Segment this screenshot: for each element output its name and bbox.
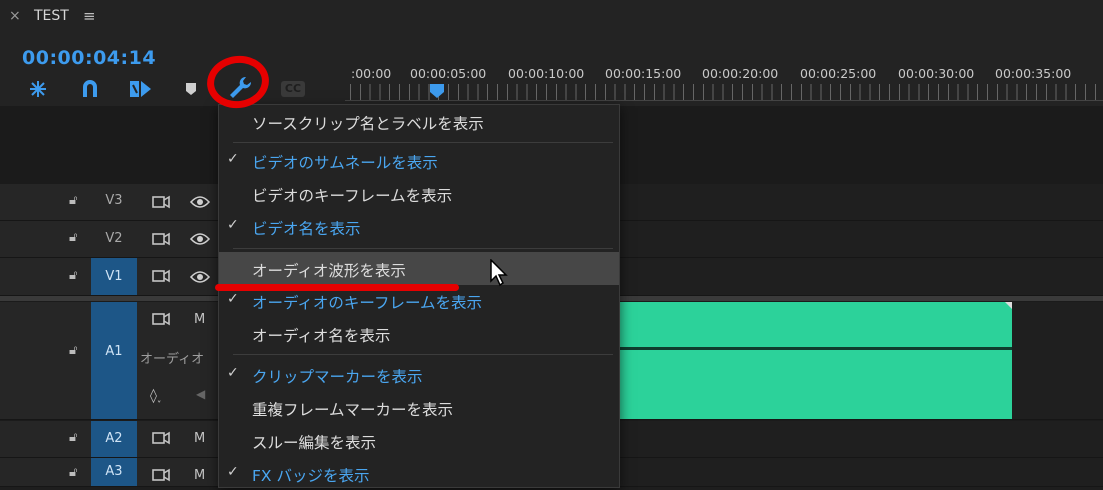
timeline-display-settings-menu: ソースクリップ名とラベルを表示 ✓ ビデオのサムネールを表示 ビデオのキーフレー… — [218, 104, 620, 488]
lock-icon[interactable]: 🔓︎ — [69, 268, 77, 283]
lock-icon[interactable]: 🔓︎ — [69, 465, 77, 480]
snap-icon[interactable] — [25, 78, 51, 100]
clip-volume-line[interactable] — [620, 347, 1012, 350]
menu-item-show-audio-waveform[interactable]: オーディオ波形を表示 — [219, 252, 619, 285]
menu-item-show-clip-markers[interactable]: ✓ クリップマーカーを表示 — [219, 358, 619, 391]
track-name-v3[interactable]: V3 — [91, 193, 137, 208]
menu-item-label: 重複フレームマーカーを表示 — [252, 401, 454, 419]
menu-item-show-audio-names[interactable]: オーディオ名を表示 — [219, 317, 619, 350]
eye-icon[interactable] — [190, 232, 210, 246]
menu-item-show-duplicate-frame-markers[interactable]: 重複フレームマーカーを表示 — [219, 391, 619, 424]
checkmark-icon: ✓ — [227, 151, 239, 167]
hamburger-menu-icon[interactable]: ≡ — [83, 7, 96, 25]
menu-item-label: ビデオのキーフレームを表示 — [252, 187, 453, 205]
eye-icon[interactable] — [190, 195, 210, 209]
toggle-sync-icon[interactable] — [151, 268, 171, 284]
close-icon[interactable]: × — [9, 8, 21, 24]
menu-item-label: オーディオ名を表示 — [252, 327, 391, 345]
track-target-a1[interactable]: A1 — [91, 302, 137, 419]
checkmark-icon: ✓ — [227, 217, 239, 233]
menu-item-label: FX バッジを表示 — [252, 467, 370, 485]
linked-selection-icon[interactable] — [77, 78, 103, 100]
lock-icon[interactable]: 🔓︎ — [69, 430, 77, 445]
checkmark-icon: ✓ — [227, 365, 239, 381]
ruler-label: 00:00:10:00 — [508, 66, 585, 81]
sequence-title[interactable]: TEST — [34, 8, 69, 24]
ruler-ticks — [350, 84, 1103, 100]
ruler-label: 00:00:35:00 — [995, 66, 1072, 81]
menu-item-label: ソースクリップ名とラベルを表示 — [252, 115, 484, 133]
lock-icon[interactable]: 🔓︎ — [69, 343, 77, 358]
menu-item-show-fx-badges[interactable]: ✓ FX バッジを表示 — [219, 457, 619, 490]
captions-icon[interactable]: CC — [281, 81, 305, 97]
menu-item-label: オーディオ波形を表示 — [252, 262, 406, 280]
menu-item-label: ビデオのサムネールを表示 — [252, 154, 438, 172]
track-target-a2[interactable]: A2 — [91, 421, 137, 457]
playhead-handle[interactable] — [430, 84, 444, 98]
mute-button[interactable]: M — [194, 431, 205, 446]
menu-item-show-video-names[interactable]: ✓ ビデオ名を表示 — [219, 210, 619, 243]
mouse-cursor-icon — [490, 259, 508, 287]
playhead-timecode[interactable]: 00:00:04:14 — [22, 47, 156, 69]
toggle-sync-icon[interactable] — [151, 231, 171, 247]
toggle-sync-icon[interactable] — [151, 430, 171, 446]
menu-item-show-video-keyframes[interactable]: ビデオのキーフレームを表示 — [219, 177, 619, 210]
ruler-label: 00:00:20:00 — [702, 66, 779, 81]
track-target-a3[interactable]: A3 — [91, 458, 137, 486]
menu-item-show-through-edits[interactable]: スルー編集を表示 — [219, 424, 619, 457]
clip-corner-marker — [1005, 302, 1012, 309]
menu-separator — [233, 142, 613, 143]
menu-separator — [233, 248, 613, 249]
pan-knob-icon[interactable]: ◊˯ — [150, 387, 162, 404]
menu-item-label: スルー編集を表示 — [252, 434, 377, 452]
toggle-sync-icon[interactable] — [151, 467, 171, 483]
menu-item-label: オーディオのキーフレームを表示 — [252, 294, 483, 312]
track-name-v2[interactable]: V2 — [91, 231, 137, 246]
previous-keyframe-icon[interactable]: ◀ — [196, 387, 205, 401]
menu-separator — [233, 354, 613, 355]
marker-icon[interactable] — [185, 82, 197, 96]
audio-track-name: オーディオ — [140, 352, 205, 367]
checkmark-icon: ✓ — [227, 464, 239, 480]
annotation-red-underline — [215, 284, 459, 291]
mute-button[interactable]: M — [194, 468, 205, 483]
menu-item-label: ビデオ名を表示 — [252, 220, 361, 238]
ruler-label: 00:00:25:00 — [800, 66, 877, 81]
menu-item-show-video-thumbnails[interactable]: ✓ ビデオのサムネールを表示 — [219, 144, 619, 177]
ruler-label: 00:00:30:00 — [898, 66, 975, 81]
lock-icon[interactable]: 🔓︎ — [69, 193, 77, 208]
track-target-v1[interactable]: V1 — [91, 258, 137, 295]
toggle-sync-icon[interactable] — [151, 311, 171, 327]
checkmark-icon: ✓ — [227, 291, 239, 307]
panel-tab-bar — [0, 0, 1103, 34]
toggle-sync-icon[interactable] — [151, 194, 171, 210]
ruler-label: :00:00 — [351, 66, 392, 81]
menu-item-label: クリップマーカーを表示 — [252, 368, 423, 386]
ruler-label: 00:00:05:00 — [410, 66, 487, 81]
menu-item-show-source-clip-name[interactable]: ソースクリップ名とラベルを表示 — [219, 105, 619, 138]
lock-icon[interactable]: 🔓︎ — [69, 230, 77, 245]
ruler-baseline — [345, 100, 1103, 101]
eye-icon[interactable] — [190, 270, 210, 284]
ruler-label: 00:00:15:00 — [605, 66, 682, 81]
mute-button[interactable]: M — [194, 312, 205, 327]
add-marker-icon[interactable] — [127, 78, 153, 100]
audio-clip[interactable] — [620, 302, 1012, 419]
